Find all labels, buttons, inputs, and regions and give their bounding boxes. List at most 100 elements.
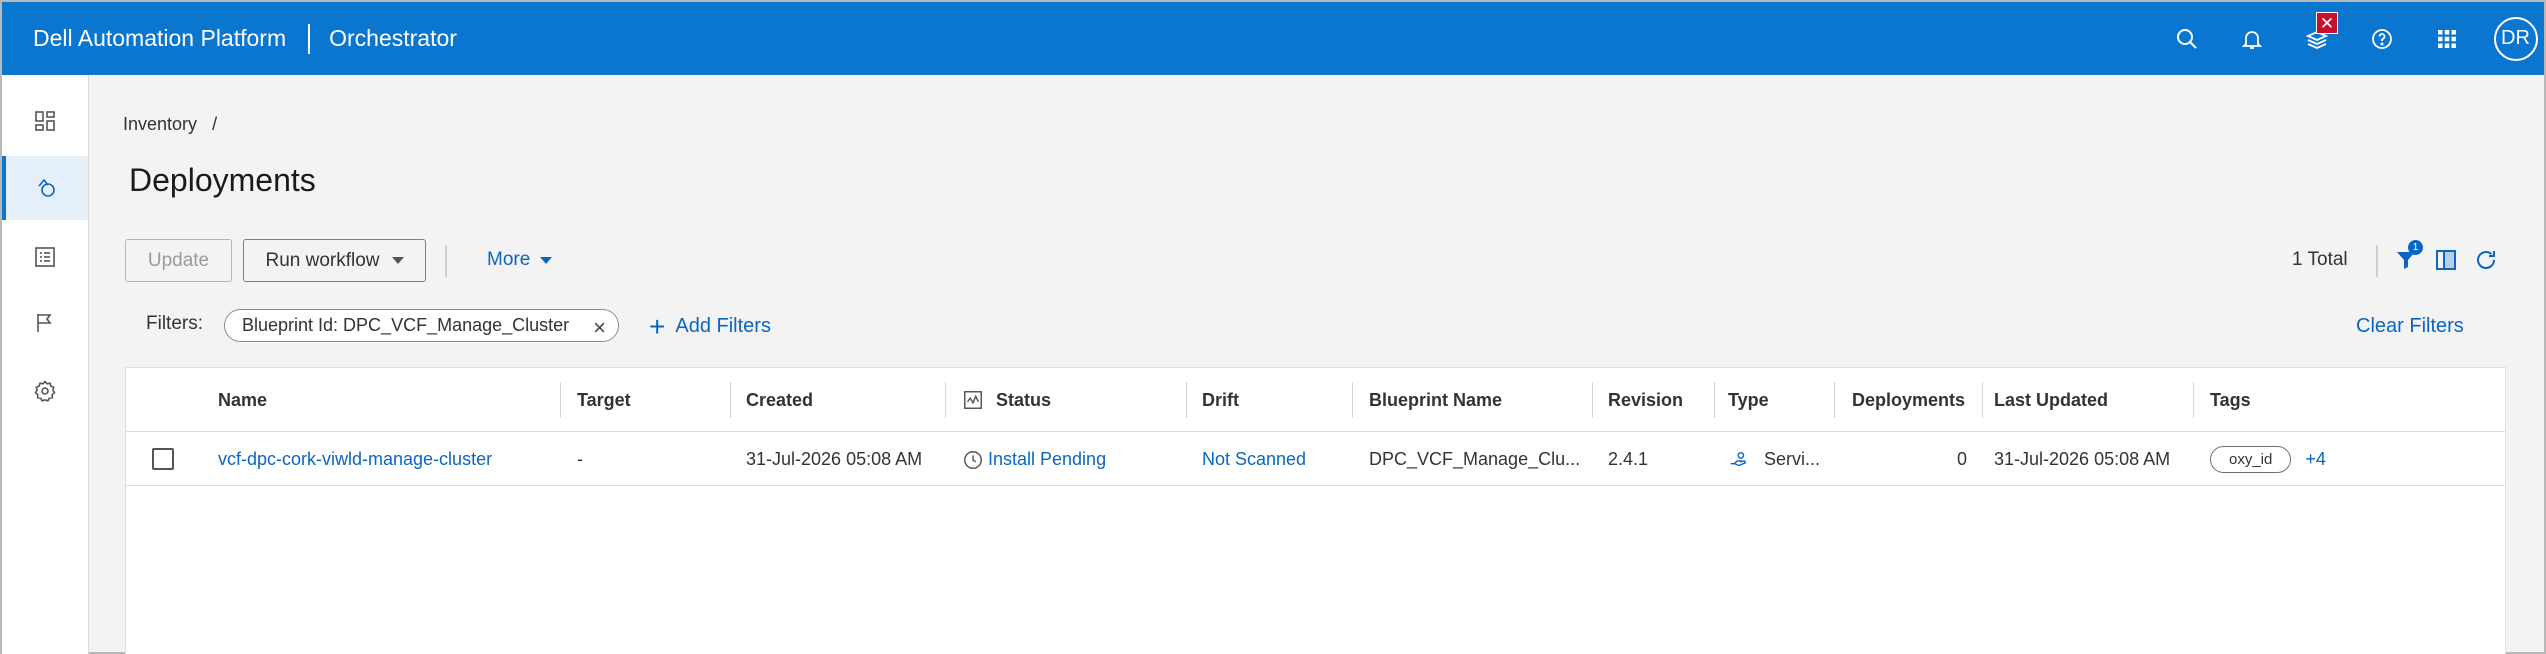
columns-button[interactable] (2432, 246, 2460, 274)
column-divider (1592, 382, 1593, 418)
bell-icon (2241, 30, 2262, 49)
column-header-type[interactable]: Type (1728, 368, 1769, 432)
blueprint-name-cell: DPC_VCF_Manage_Clu... (1369, 449, 1579, 469)
column-header-name[interactable]: Name (218, 368, 267, 432)
help-button[interactable] (2349, 2, 2414, 75)
search-icon (2176, 28, 2197, 49)
column-header-last-updated[interactable]: Last Updated (1994, 368, 2108, 432)
filters-label: Filters: (146, 313, 203, 334)
page-title: Deployments (129, 162, 316, 198)
deployments-icon (38, 178, 55, 197)
refresh-button[interactable] (2472, 246, 2500, 274)
more-tags-link[interactable]: +4 (2305, 449, 2326, 470)
status-header-label: Status (996, 389, 1052, 410)
grid-icon (2437, 29, 2456, 48)
breadcrumb: Inventory / (123, 114, 217, 135)
add-filters-button[interactable]: + Add Filters (649, 310, 771, 342)
run-workflow-label: Run workflow (265, 249, 380, 271)
dashboard-icon (35, 111, 55, 131)
add-filters-label: Add Filters (675, 315, 771, 337)
target-cell: - (577, 449, 583, 469)
column-divider (730, 382, 731, 418)
column-divider (560, 382, 561, 418)
avatar: DR (2493, 16, 2538, 61)
deployment-name-link[interactable]: vcf-dpc-cork-viwld-manage-cluster (218, 433, 492, 486)
remove-filter-icon[interactable]: × (593, 315, 606, 341)
tags-cell: oxy_id +4 (2210, 433, 2326, 486)
search-button[interactable] (2154, 2, 2219, 75)
column-divider (1352, 382, 1353, 418)
service-hand-icon (1730, 451, 1747, 466)
notifications-button[interactable] (2219, 2, 2284, 75)
sidebar-item-settings[interactable] (2, 359, 88, 423)
chart-activity-icon (964, 391, 982, 409)
chevron-down-icon (540, 256, 553, 264)
column-divider (945, 382, 946, 418)
filter-chip[interactable]: Blueprint Id: DPC_VCF_Manage_Cluster × (224, 309, 619, 342)
sidebar-item-deployments[interactable] (2, 156, 88, 220)
column-header-blueprint-name[interactable]: Blueprint Name (1369, 368, 1502, 432)
column-divider (2193, 382, 2194, 418)
top-bar: Dell Automation Platform Orchestrator ✕ … (2, 2, 2544, 75)
row-checkbox[interactable] (152, 448, 174, 470)
column-divider (1834, 382, 1835, 418)
catalog-list-icon (35, 247, 55, 267)
brand-name[interactable]: Dell Automation Platform (33, 25, 286, 52)
flag-icon (37, 314, 52, 332)
close-badge-icon[interactable]: ✕ (2316, 12, 2338, 34)
more-menu-button[interactable]: More (487, 249, 553, 271)
column-header-target[interactable]: Target (577, 368, 631, 432)
filter-button[interactable]: 1 (2392, 240, 2423, 274)
sidebar-item-catalog[interactable] (2, 225, 88, 289)
sidebar (2, 75, 89, 654)
user-menu-button[interactable]: DR (2479, 2, 2544, 75)
update-button-label: Update (147, 249, 210, 271)
column-header-drift[interactable]: Drift (1202, 368, 1239, 432)
filter-chip-label: Blueprint Id: DPC_VCF_Manage_Cluster (242, 315, 570, 335)
revision-cell: 2.4.1 (1608, 449, 1649, 469)
update-button[interactable]: Update (125, 239, 232, 282)
column-header-tags[interactable]: Tags (2210, 368, 2251, 432)
toolbar-divider (445, 245, 447, 277)
breadcrumb-separator: / (212, 114, 218, 134)
sidebar-item-flags[interactable] (2, 291, 88, 355)
column-divider (1186, 382, 1187, 418)
created-cell: 31-Jul-2026 05:08 AM (746, 449, 923, 469)
type-label: Servi... (1764, 449, 1821, 469)
column-divider (1714, 382, 1715, 418)
table-header: Name Target Created Status Drift Bluepri… (126, 368, 2505, 432)
deployments-count-cell: 0 (1956, 449, 1967, 469)
status-cell: Install Pending (962, 433, 1106, 486)
pending-clock-icon (964, 450, 982, 469)
column-header-status[interactable]: Status (962, 368, 1051, 432)
status-link[interactable]: Install Pending (988, 449, 1106, 470)
app-launcher-button[interactable] (2414, 2, 2479, 75)
column-header-deployments[interactable]: Deployments (1852, 368, 1965, 432)
help-icon (2371, 28, 2392, 49)
tasks-button[interactable]: ✕ (2284, 2, 2349, 75)
columns-icon (2436, 250, 2456, 270)
total-count: 1 Total (2292, 249, 2348, 270)
column-header-created[interactable]: Created (746, 368, 813, 432)
drift-link[interactable]: Not Scanned (1202, 433, 1306, 486)
chevron-down-icon (391, 257, 404, 264)
brand-divider (308, 23, 311, 54)
filter-count-badge: 1 (2408, 240, 2423, 255)
clear-filters-link[interactable]: Clear Filters (2356, 315, 2464, 338)
last-updated-cell: 31-Jul-2026 05:08 AM (1994, 449, 2171, 469)
tools-divider (2376, 245, 2378, 277)
table-row[interactable]: vcf-dpc-cork-viwld-manage-cluster - 31-J… (126, 433, 2505, 486)
refresh-icon (2477, 251, 2495, 269)
settings-gear-icon (34, 380, 56, 402)
top-icons: ✕ DR (2154, 2, 2544, 75)
breadcrumb-inventory[interactable]: Inventory (123, 114, 197, 134)
type-cell: Servi... (1728, 433, 1828, 486)
product-name[interactable]: Orchestrator (329, 25, 457, 52)
sidebar-item-dashboard[interactable] (2, 89, 88, 153)
more-label: More (487, 249, 531, 270)
plus-icon: + (649, 310, 666, 342)
deployments-table: Name Target Created Status Drift Bluepri… (125, 367, 2506, 654)
tag-badge[interactable]: oxy_id (2210, 446, 2292, 473)
run-workflow-button[interactable]: Run workflow (243, 239, 426, 282)
column-header-revision[interactable]: Revision (1608, 368, 1683, 432)
